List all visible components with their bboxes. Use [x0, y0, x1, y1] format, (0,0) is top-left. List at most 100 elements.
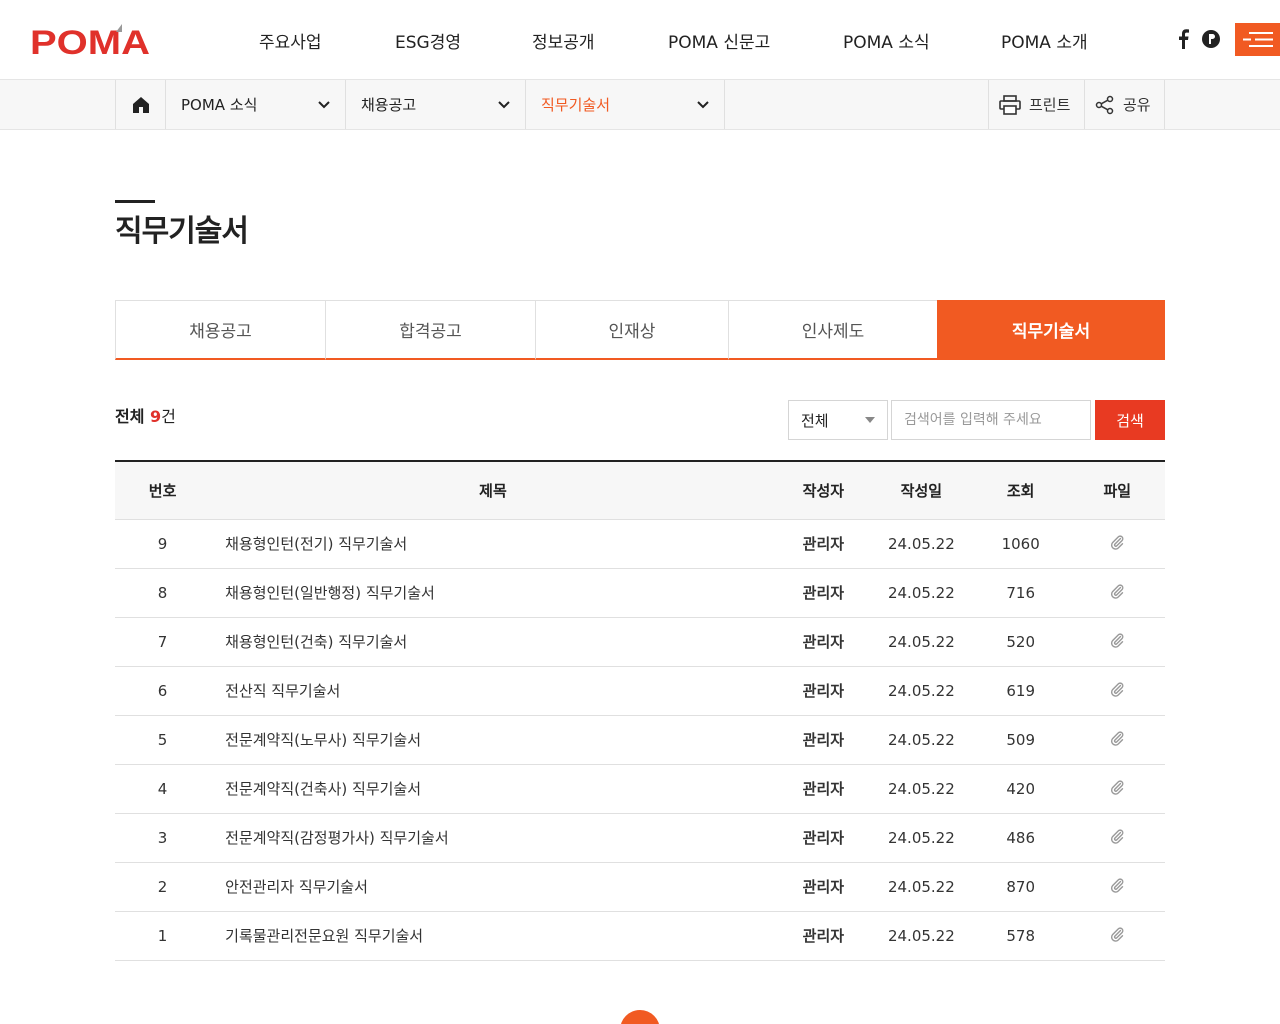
row-views: 619: [1006, 681, 1035, 700]
all-menu-button[interactable]: [1235, 23, 1280, 56]
facebook-icon[interactable]: [1172, 28, 1194, 50]
header-file: 파일: [1103, 481, 1132, 500]
row-views: 578: [1006, 926, 1035, 945]
row-title-link[interactable]: 안전관리자 직무기술서: [210, 862, 776, 911]
table-row[interactable]: 1 기록물관리전문요원 직무기술서 관리자 24.05.22 578: [115, 911, 1165, 960]
row-title-link[interactable]: 전문계약직(건축사) 직무기술서: [210, 764, 776, 813]
row-file-button[interactable]: [1070, 813, 1165, 862]
row-views: 420: [1006, 779, 1035, 798]
page-title: 직무기술서: [115, 214, 249, 249]
search-category-value: 전체: [801, 411, 829, 430]
row-no: 4: [157, 779, 168, 798]
row-file-button[interactable]: [1070, 862, 1165, 911]
header-date: 작성일: [900, 481, 943, 500]
row-date: 24.05.22: [887, 730, 955, 749]
row-views: 1060: [1001, 534, 1040, 553]
row-title-link[interactable]: 전문계약직(감정평가사) 직무기술서: [210, 813, 776, 862]
row-title-link[interactable]: 채용형인턴(건축) 직무기술서: [210, 617, 776, 666]
tab-hr-system[interactable]: 인사제도: [728, 300, 938, 360]
tab-job-description[interactable]: 직무기술서: [937, 300, 1165, 360]
share-button[interactable]: 공유: [1084, 80, 1165, 129]
total-count-prefix: 전체: [115, 407, 151, 426]
chevron-down-icon: [697, 100, 709, 108]
row-writer: 관리자: [802, 584, 845, 602]
home-button[interactable]: [115, 80, 165, 129]
attachment-icon: [1111, 877, 1124, 893]
blog-icon[interactable]: [1200, 28, 1222, 50]
row-views: 520: [1006, 632, 1035, 651]
attachment-icon: [1111, 632, 1124, 648]
table-row[interactable]: 3 전문계약직(감정평가사) 직무기술서 관리자 24.05.22 486: [115, 813, 1165, 862]
attachment-icon: [1111, 583, 1124, 599]
row-no: 5: [157, 730, 168, 749]
table-row[interactable]: 4 전문계약직(건축사) 직무기술서 관리자 24.05.22 420: [115, 764, 1165, 813]
gnb-item-news[interactable]: POMA 소식: [843, 28, 930, 53]
row-title-link[interactable]: 전문계약직(노무사) 직무기술서: [210, 715, 776, 764]
share-label: 공유: [1123, 96, 1151, 114]
total-count-unit: 건: [161, 407, 176, 426]
header-writer: 작성자: [802, 481, 845, 500]
title-accent-bar: [115, 200, 155, 203]
row-date: 24.05.22: [887, 877, 955, 896]
row-file-button[interactable]: [1070, 617, 1165, 666]
row-date: 24.05.22: [887, 828, 955, 847]
row-writer: 관리자: [802, 682, 845, 700]
table-row[interactable]: 5 전문계약직(노무사) 직무기술서 관리자 24.05.22 509: [115, 715, 1165, 764]
attachment-icon: [1111, 926, 1124, 942]
table-header-row: 번호 제목 작성자 작성일 조회 파일: [115, 461, 1165, 519]
location-depth2-dropdown[interactable]: 채용공고: [345, 80, 525, 129]
gnb-item-petition[interactable]: POMA 신문고: [668, 28, 770, 53]
row-file-button[interactable]: [1070, 911, 1165, 960]
row-no: 8: [157, 583, 168, 602]
gnb-item-esg[interactable]: ESG경영: [395, 28, 461, 53]
row-views: 716: [1006, 583, 1035, 602]
total-count: 전체 9건: [115, 403, 176, 427]
table-row[interactable]: 6 전산직 직무기술서 관리자 24.05.22 619: [115, 666, 1165, 715]
row-writer: 관리자: [802, 535, 845, 553]
row-date: 24.05.22: [887, 779, 955, 798]
attachment-icon: [1111, 681, 1124, 697]
gnb-item-business[interactable]: 주요사업: [259, 28, 322, 53]
tab-recruit[interactable]: 채용공고: [115, 300, 326, 360]
tab-pass[interactable]: 합격공고: [325, 300, 536, 360]
location-depth3-dropdown[interactable]: 직무기술서: [525, 80, 725, 129]
gnb-item-disclosure[interactable]: 정보공개: [532, 28, 595, 53]
page-number-current[interactable]: [620, 1010, 660, 1024]
row-date: 24.05.22: [887, 534, 955, 553]
row-title-link[interactable]: 채용형인턴(일반행정) 직무기술서: [210, 568, 776, 617]
table-row[interactable]: 8 채용형인턴(일반행정) 직무기술서 관리자 24.05.22 716: [115, 568, 1165, 617]
search-category-select[interactable]: 전체: [788, 400, 888, 440]
row-views: 509: [1006, 730, 1035, 749]
attachment-icon: [1111, 534, 1124, 550]
row-title-link[interactable]: 전산직 직무기술서: [210, 666, 776, 715]
row-views: 870: [1006, 877, 1035, 896]
row-file-button[interactable]: [1070, 568, 1165, 617]
row-title-link[interactable]: 기록물관리전문요원 직무기술서: [210, 911, 776, 960]
location-bar: POMA 소식 채용공고 직무기술서 프린트 공유: [0, 80, 1280, 130]
table-row[interactable]: 7 채용형인턴(건축) 직무기술서 관리자 24.05.22 520: [115, 617, 1165, 666]
row-writer: 관리자: [802, 878, 845, 896]
chevron-down-icon: [318, 100, 330, 108]
row-date: 24.05.22: [887, 583, 955, 602]
row-file-button[interactable]: [1070, 715, 1165, 764]
chevron-down-icon: [498, 100, 510, 108]
row-writer: 관리자: [802, 829, 845, 847]
search-button[interactable]: 검색: [1095, 400, 1165, 440]
row-title-link[interactable]: 채용형인턴(전기) 직무기술서: [210, 519, 776, 568]
attachment-icon: [1111, 828, 1124, 844]
row-file-button[interactable]: [1070, 764, 1165, 813]
table-row[interactable]: 9 채용형인턴(전기) 직무기술서 관리자 24.05.22 1060: [115, 519, 1165, 568]
row-no: 3: [157, 828, 168, 847]
gnb-item-about[interactable]: POMA 소개: [1001, 28, 1088, 53]
row-file-button[interactable]: [1070, 519, 1165, 568]
attachment-icon: [1111, 730, 1124, 746]
print-button[interactable]: 프린트: [988, 80, 1084, 129]
location-depth1-dropdown[interactable]: POMA 소식: [165, 80, 345, 129]
location-depth2-label: 채용공고: [361, 96, 417, 114]
tab-talent[interactable]: 인재상: [535, 300, 729, 360]
row-file-button[interactable]: [1070, 666, 1165, 715]
total-count-number: 9: [150, 407, 162, 426]
search-input[interactable]: [891, 400, 1091, 440]
table-row[interactable]: 2 안전관리자 직무기술서 관리자 24.05.22 870: [115, 862, 1165, 911]
row-no: 2: [157, 877, 168, 896]
